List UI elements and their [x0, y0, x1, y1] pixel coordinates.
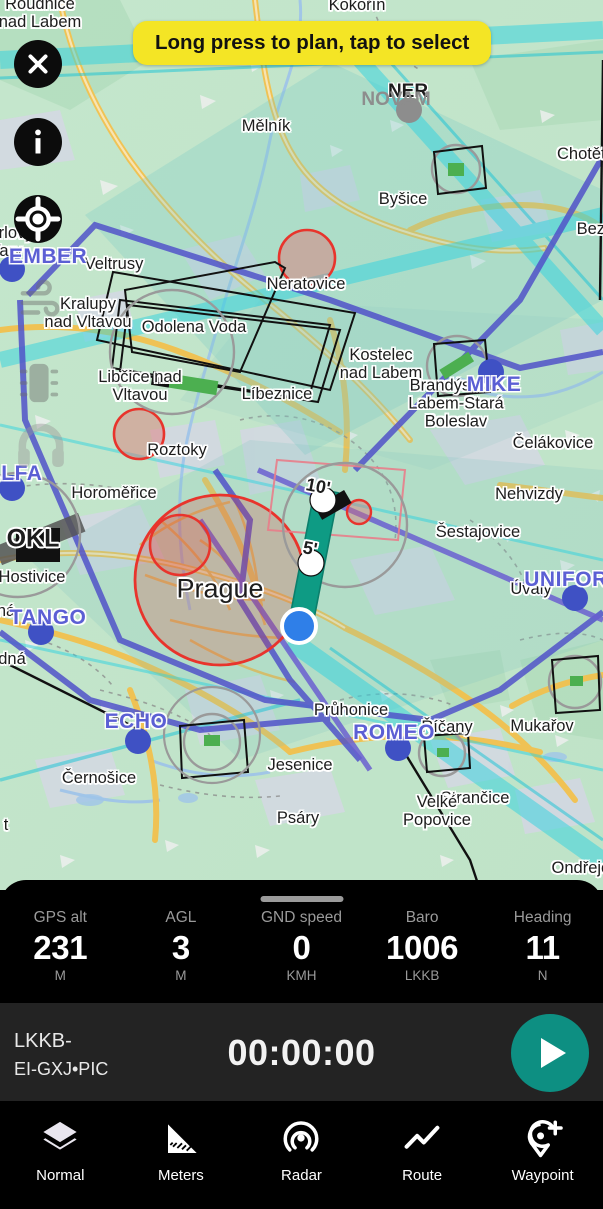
- panel-drag-handle[interactable]: [260, 896, 343, 902]
- instrument-gps-alt[interactable]: GPS alt 231 M: [0, 908, 121, 985]
- instrument-unit: N: [537, 968, 548, 984]
- radar-icon: [280, 1117, 322, 1161]
- nav-route[interactable]: Route: [362, 1117, 483, 1184]
- nav-item-label: Waypoint: [511, 1167, 574, 1184]
- info-icon: [18, 122, 58, 162]
- instrument-value: 1006: [385, 929, 459, 967]
- close-icon: [28, 54, 48, 74]
- instrument-heading[interactable]: Heading 11 N: [482, 908, 603, 985]
- instrument-agl[interactable]: AGL 3 M: [121, 908, 242, 985]
- instrument-value: 11: [525, 929, 561, 967]
- app-root: Roudnice nad Labem Kokořín Mělník Byšice Cho…: [0, 0, 603, 1209]
- play-icon: [541, 1038, 566, 1068]
- instrument-label: GPS alt: [33, 909, 87, 926]
- instrument-label: GND speed: [260, 909, 342, 926]
- instrument-unit: M: [175, 968, 187, 984]
- flight-registration: EI-GXJ•PIC: [14, 1059, 109, 1079]
- start-timer-button[interactable]: [511, 1014, 589, 1092]
- instrument-baro[interactable]: Baro 1006 LKKB: [362, 908, 483, 985]
- instrument-unit: KMH: [286, 968, 317, 984]
- bottom-nav-bar: Normal Meters Radar Route Waypoint: [0, 1103, 603, 1209]
- layers-icon: [39, 1117, 81, 1161]
- instrument-value: 3: [171, 929, 190, 967]
- moving-map[interactable]: Roudnice nad Labem Kokořín Mělník Byšice Cho…: [0, 0, 603, 890]
- info-button[interactable]: [14, 118, 62, 166]
- hint-banner-text: Long press to plan, tap to select: [155, 31, 470, 54]
- route-icon: [401, 1117, 443, 1161]
- instrument-unit: LKKB: [404, 968, 440, 984]
- crosshair-location-icon: [15, 196, 61, 242]
- instrument-panel: GPS alt 231 M AGL 3 M GND speed 0 KMH Baro 1006 LKK…: [0, 880, 603, 1000]
- ruler-icon: [161, 1117, 201, 1161]
- nav-item-label: Radar: [281, 1167, 322, 1184]
- instrument-label: AGL: [165, 909, 197, 926]
- instrument-unit: M: [54, 968, 66, 984]
- locate-button[interactable]: [14, 195, 62, 243]
- nav-meters[interactable]: Meters: [121, 1117, 242, 1184]
- aircraft-track-vector: [280, 486, 352, 645]
- waypoint-add-icon: [522, 1117, 564, 1161]
- flight-route: LKKB-: [14, 1030, 72, 1052]
- instrument-row: GPS alt 231 M AGL 3 M GND speed 0 KMH Baro 1006 LKK…: [0, 908, 603, 985]
- flight-identity: LKKB- EI-GXJ•PIC: [14, 1027, 108, 1082]
- nav-item-label: Normal: [36, 1167, 85, 1184]
- nav-item-label: Meters: [157, 1167, 204, 1184]
- nav-waypoint[interactable]: Waypoint: [482, 1117, 603, 1184]
- instrument-value: 231: [33, 929, 88, 967]
- close-button[interactable]: [14, 40, 62, 88]
- nav-radar[interactable]: Radar: [241, 1117, 362, 1184]
- instrument-label: Heading: [513, 909, 572, 926]
- flight-timer-bar: 00:00:00 LKKB- EI-GXJ•PIC: [0, 1002, 603, 1102]
- hint-banner[interactable]: Long press to plan, tap to select: [133, 21, 492, 65]
- nav-item-label: Route: [402, 1167, 443, 1184]
- instrument-value: 0: [292, 929, 311, 967]
- instrument-gnd-speed[interactable]: GND speed 0 KMH: [241, 908, 362, 985]
- nav-normal[interactable]: Normal: [0, 1117, 121, 1184]
- instrument-label: Baro: [405, 909, 439, 926]
